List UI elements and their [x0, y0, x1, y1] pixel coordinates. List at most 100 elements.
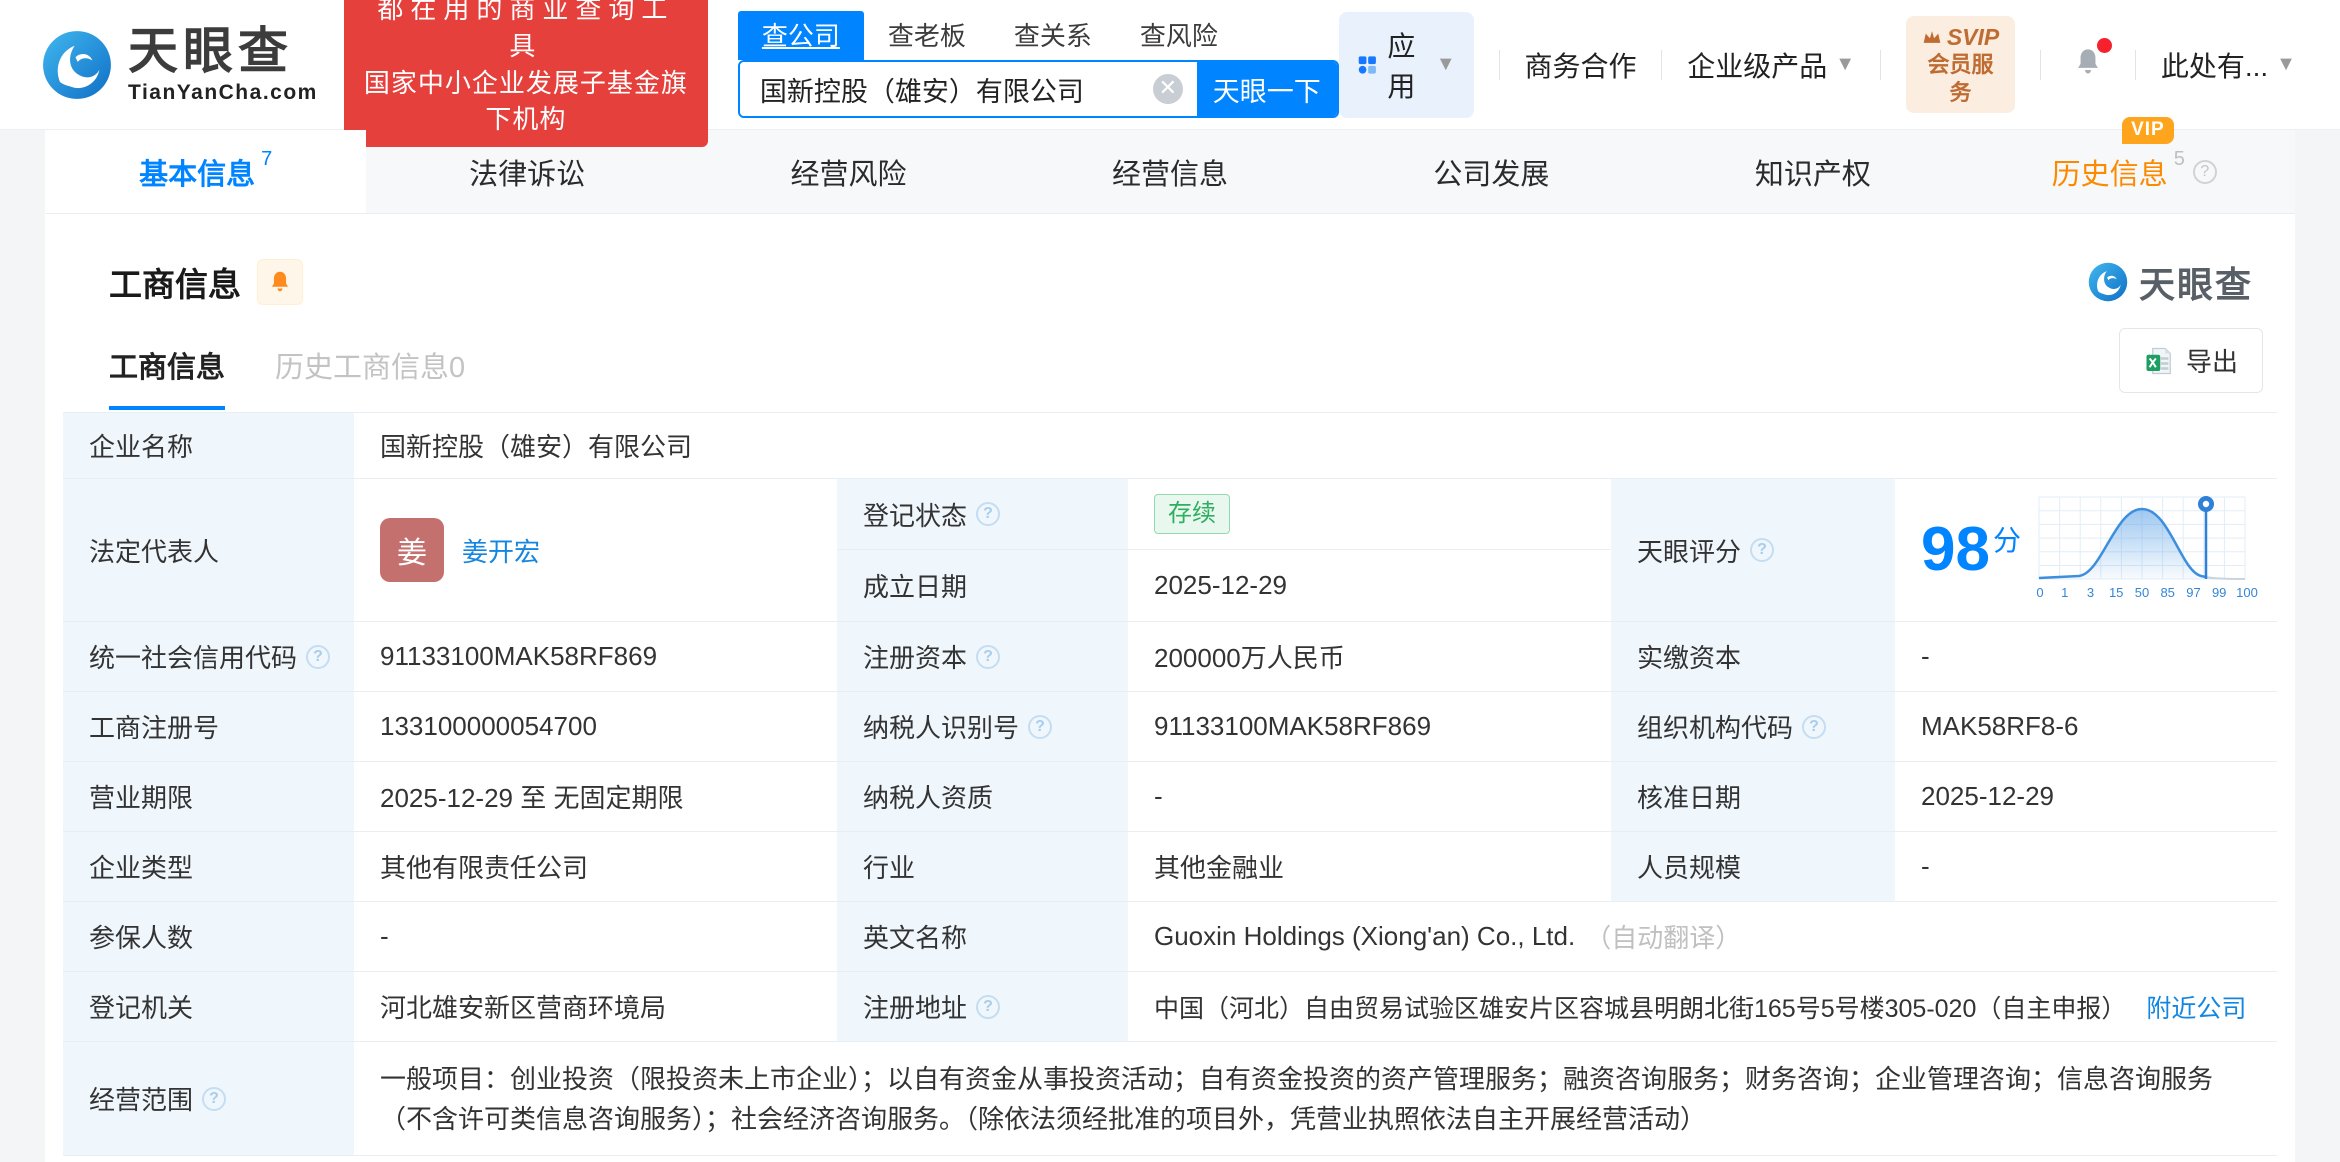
user-menu[interactable]: 此处有... ▼ [2161, 45, 2296, 85]
nearby-companies-link[interactable]: 附近公司 [2146, 989, 2246, 1025]
apps-button[interactable]: 应用 ▼ [1338, 11, 1474, 118]
avatar[interactable]: 姜 [380, 518, 444, 582]
search-tab-risk[interactable]: 查风险 [1116, 11, 1242, 60]
section-title: 工商信息 [109, 266, 241, 303]
table-row: 法定代表人 姜 姜开宏 登记状态 ? 存续 成立日期 2025-12-29 天眼… [63, 479, 2277, 622]
nav-item-business-cooperation[interactable]: 商务合作 [1524, 45, 1636, 85]
help-icon[interactable]: ? [976, 994, 1001, 1019]
tab-company-development[interactable]: 公司发展 [1331, 130, 1652, 213]
value-text: 其他金融业 [1154, 853, 1285, 883]
value-text: 2025-12-29 [1921, 781, 2054, 811]
promo-line1: 都在用的商业查询工具 [377, 0, 675, 61]
label-text: 营业期限 [89, 783, 194, 813]
table-row: 登记机关 河北雄安新区营商环境局 注册地址 ? 中国（河北）自由贸易试验区雄安片… [63, 972, 2277, 1042]
label-text: 英文名称 [863, 923, 968, 953]
approval-date-value: 2025-12-29 [1895, 762, 2277, 831]
label-text: 经营范围 [89, 1085, 194, 1115]
divider [1498, 49, 1500, 80]
crown-icon [1923, 31, 1941, 43]
logo-cn-text: 天眼查 [128, 23, 293, 79]
auto-translate-note: （自动翻译） [1585, 923, 1742, 953]
svip-label-bottom: 会员服务 [1927, 52, 1994, 105]
staff-size-value: - [1895, 832, 2277, 901]
search-input[interactable] [739, 62, 1149, 116]
search-tab-relation[interactable]: 查关系 [990, 11, 1116, 60]
approval-date-label: 核准日期 [1611, 762, 1895, 831]
help-icon[interactable]: ? [306, 644, 331, 669]
divider [2040, 49, 2042, 80]
chevron-down-icon: ▼ [2276, 53, 2296, 75]
help-icon[interactable]: ? [1028, 714, 1053, 739]
taxpayer-qualification-label: 纳税人资质 [837, 762, 1128, 831]
subtab-business-info[interactable]: 工商信息 [109, 344, 226, 410]
label-text: 登记状态 [863, 500, 968, 531]
tab-history-info-label: 历史信息 [2051, 158, 2168, 191]
subtab-history-business-info[interactable]: 历史工商信息0 [275, 344, 465, 410]
svip-membership-button[interactable]: SVIP 会员服务 [1905, 15, 2016, 114]
tab-operation-risk[interactable]: 经营风险 [688, 130, 1009, 213]
tick-label: 3 [2087, 585, 2094, 600]
notifications-button[interactable] [2072, 38, 2113, 83]
legal-rep-link[interactable]: 姜开宏 [462, 532, 540, 569]
business-reg-number-value: 133100000054700 [354, 692, 837, 761]
insured-count-value: - [354, 902, 837, 971]
business-scope-value: 一般项目：创业投资（限投资未上市企业）；以自有资金从事投资活动；自有资金投资的资… [354, 1042, 2277, 1155]
label-text: 企业名称 [89, 432, 194, 462]
reg-status-value: 存续 [1128, 479, 1611, 550]
tab-basic-info[interactable]: 基本信息 7 [45, 130, 367, 213]
english-name-label: 英文名称 [837, 902, 1128, 971]
tab-operation-risk-label: 经营风险 [790, 158, 907, 191]
tianyancha-eye-icon [2088, 262, 2128, 302]
help-icon[interactable]: ? [202, 1086, 227, 1111]
app-grid-icon [1358, 55, 1376, 74]
search-category-tabs: 查公司 查老板 查关系 查风险 [737, 11, 1339, 60]
score-unit: 分 [1992, 525, 2021, 556]
business-info-card: 工商信息 天眼查 工商信息 历史工商信息0 导出 企业名称 国新控股（雄安）有限… [45, 214, 2295, 1162]
help-icon[interactable]: ? [1750, 538, 1775, 562]
notification-dot [2097, 38, 2113, 53]
label-text: 纳税人资质 [863, 783, 994, 813]
navbar-right: 应用 ▼ 商务合作 企业级产品 ▼ SVIP 会员服务 此处有... ▼ [1338, 11, 2296, 118]
tick-label: 99 [2212, 585, 2226, 600]
apps-label: 应用 [1387, 30, 1416, 102]
subtab-row: 工商信息 历史工商信息0 导出 [63, 328, 2277, 410]
registration-authority-label: 登记机关 [63, 972, 354, 1041]
taxpayer-id-label: 纳税人识别号 ? [837, 692, 1128, 761]
business-term-value: 2025-12-29 至 无固定期限 [354, 762, 837, 831]
bell-icon [271, 271, 289, 292]
export-label: 导出 [2185, 347, 2238, 377]
help-icon[interactable]: ? [2192, 159, 2217, 184]
help-icon[interactable]: ? [976, 644, 1001, 669]
english-name-value: Guoxin Holdings (Xiong'an) Co., Ltd. （自动… [1128, 902, 2277, 971]
paid-in-capital-label: 实缴资本 [1611, 622, 1895, 691]
search-button[interactable]: 天眼一下 [1196, 62, 1337, 116]
tab-operation-info[interactable]: 经营信息 [1009, 130, 1330, 213]
subscribe-bell-button[interactable] [257, 259, 303, 305]
value-text: 133100000054700 [380, 711, 597, 741]
tab-legal-litigation[interactable]: 法律诉讼 [366, 130, 687, 213]
help-icon[interactable]: ? [1802, 714, 1827, 739]
taxpayer-id-value: 91133100MAK58RF869 [1128, 692, 1611, 761]
label-text: 企业类型 [89, 853, 194, 883]
insured-count-label: 参保人数 [63, 902, 354, 971]
divider [2135, 49, 2136, 80]
search-tab-boss[interactable]: 查老板 [864, 11, 990, 60]
help-icon[interactable]: ? [976, 502, 1001, 526]
established-date-value: 2025-12-29 [1128, 550, 1611, 621]
tab-history-info[interactable]: 历史信息 VIP 5 ? [1974, 116, 2295, 213]
table-row: 营业期限 2025-12-29 至 无固定期限 纳税人资质 - 核准日期 202… [63, 762, 2277, 832]
uscc-value: 91133100MAK58RF869 [354, 622, 837, 691]
search-tab-company[interactable]: 查公司 [737, 11, 864, 60]
score-number: 98 [1921, 515, 1990, 584]
tab-operation-info-label: 经营信息 [1111, 158, 1228, 191]
clear-icon[interactable]: ✕ [1152, 74, 1183, 104]
nav-item-enterprise-products[interactable]: 企业级产品 ▼ [1687, 45, 1855, 85]
taxpayer-qualification-value: - [1128, 762, 1611, 831]
business-reg-number-label: 工商注册号 [63, 692, 354, 761]
tianyancha-logo[interactable]: 天眼查 TianYanCha.com [40, 26, 318, 103]
promo-line2: 国家中小企业发展子基金旗下机构 [363, 67, 688, 135]
export-button[interactable]: 导出 [2118, 328, 2263, 393]
value-text: 2025-12-29 至 无固定期限 [380, 783, 684, 813]
registered-capital-value: 200000万人民币 [1128, 622, 1611, 691]
tab-intellectual-property[interactable]: 知识产权 [1652, 130, 1973, 213]
